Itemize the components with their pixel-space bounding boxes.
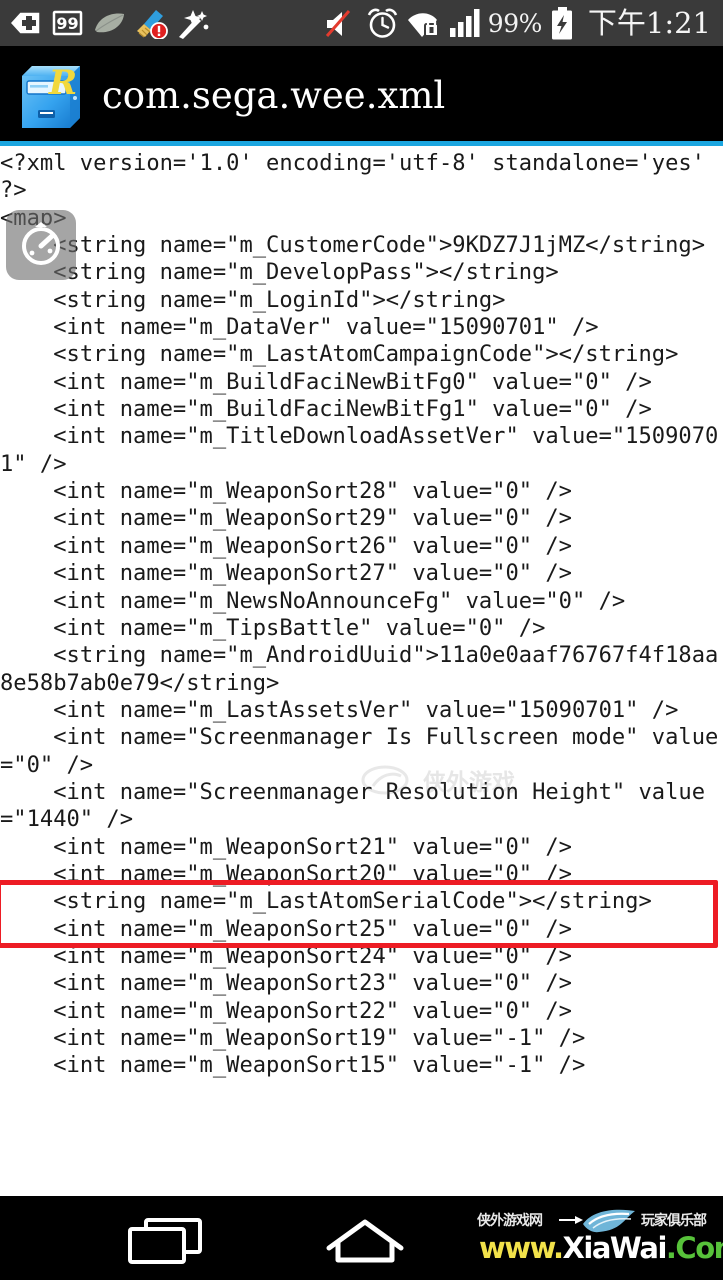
home-icon[interactable] <box>325 1218 405 1264</box>
navigation-bar: 侠外游戏网 玩家俱乐部 www.XiaWai.Com <box>0 1196 723 1280</box>
watermark-url-part-b: XiaWai <box>562 1231 668 1265</box>
wifi-secure-icon <box>407 12 439 37</box>
magic-wand-icon <box>179 9 209 39</box>
speed-gauge-icon <box>22 222 60 265</box>
watermark-left-cn: 侠外游戏网 <box>477 1213 543 1229</box>
status-bar-left-icons: 99 <box>8 8 210 39</box>
alarm-clock-icon <box>367 8 398 38</box>
svg-text:99: 99 <box>56 14 78 33</box>
signal-bars-icon <box>449 8 480 37</box>
watermark-url-part-c: .Com <box>665 1231 723 1265</box>
leaf-icon <box>95 13 124 33</box>
back-plus-icon <box>8 11 41 35</box>
floating-speed-widget[interactable] <box>6 210 76 280</box>
clock-label: 下午1:21 <box>587 5 711 40</box>
recents-icon[interactable] <box>128 1218 206 1264</box>
notification-count-icon: 99 <box>52 10 83 36</box>
mute-icon <box>325 9 350 37</box>
status-bar-right-icons: 99% 下午1:21 <box>325 5 715 40</box>
title-bar: R com.sega.wee.xml <box>0 48 723 143</box>
broom-clean-alert-icon <box>137 9 168 39</box>
svg-text:R: R <box>48 63 77 103</box>
android-screen: 99 99% 下午1:21 R com.sega.wee.xml <?xml v… <box>0 0 723 1280</box>
page-title: com.sega.wee.xml <box>102 74 446 117</box>
watermark-right-cn: 玩家俱乐部 <box>641 1213 707 1229</box>
xml-editor-view[interactable]: <?xml version='1.0' encoding='utf-8' sta… <box>0 146 723 1196</box>
re-file-manager-icon: R <box>22 63 80 128</box>
watermark-url-part-a: www. <box>479 1231 564 1265</box>
battery-percent-label: 99% <box>487 8 543 38</box>
xml-source-text[interactable]: <?xml version='1.0' encoding='utf-8' sta… <box>0 146 723 1080</box>
watermark-url: www.XiaWai.Com <box>479 1234 723 1263</box>
status-bar: 99 99% 下午1:21 <box>0 0 723 48</box>
battery-charging-icon <box>551 6 572 39</box>
site-watermark: 侠外游戏网 玩家俱乐部 www.XiaWai.Com <box>473 1208 723 1270</box>
